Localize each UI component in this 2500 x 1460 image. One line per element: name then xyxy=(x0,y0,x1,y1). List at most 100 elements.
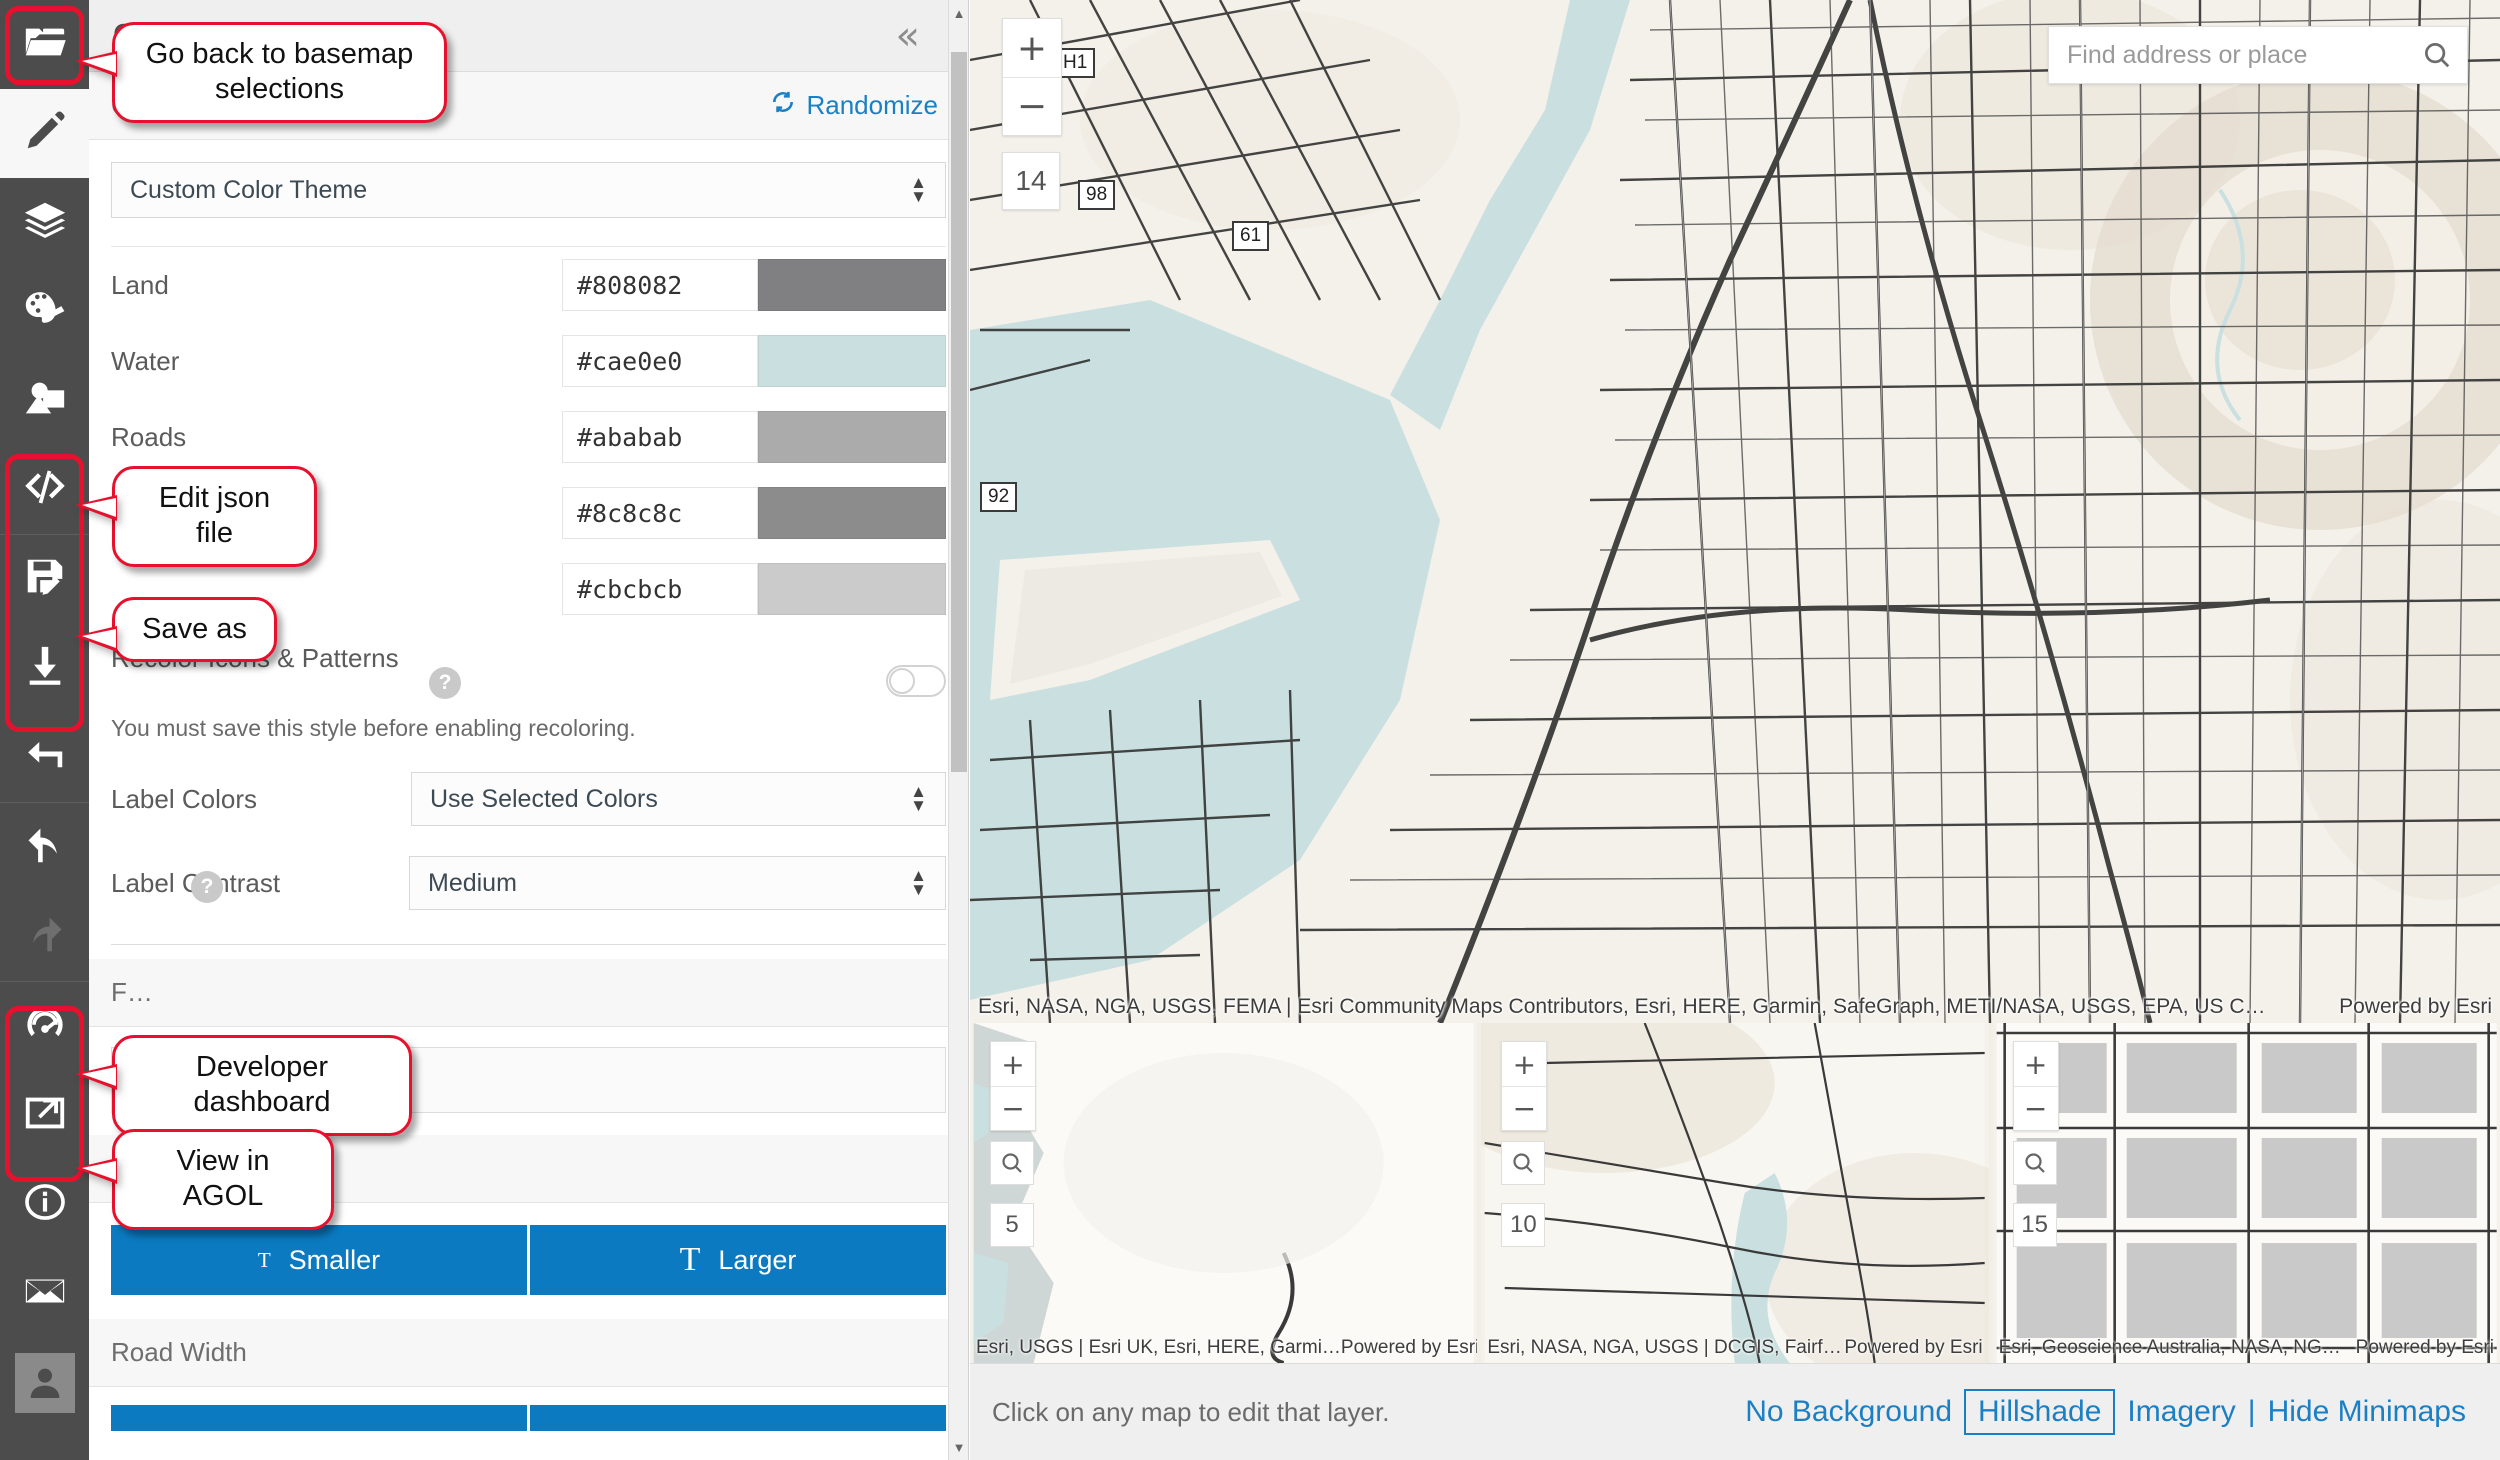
option-hide-minimaps[interactable]: Hide Minimaps xyxy=(2256,1395,2478,1429)
fonts-section-header: F… xyxy=(89,959,968,1027)
option-no-background[interactable]: No Background xyxy=(1733,1395,1964,1429)
sidebar-item-user-account[interactable] xyxy=(0,1338,89,1427)
minimap-3-zoom-in[interactable]: + xyxy=(2014,1042,2058,1086)
main-map[interactable]: H1 90 98 61 92 92 64 + − 14 Esri, NASA, … xyxy=(970,0,2500,1023)
minimap-1-search-button[interactable] xyxy=(990,1141,1034,1185)
label-colors-select[interactable]: Use Selected Colors ▲ ▼ xyxy=(411,772,946,826)
road-shield: 98 xyxy=(1078,180,1116,210)
minimap-2-zoom-controls[interactable]: + − xyxy=(1501,1041,1548,1131)
minimap-2-search-button[interactable] xyxy=(1501,1141,1546,1185)
bottom-hint: Click on any map to edit that layer. xyxy=(992,1396,1390,1427)
code-brackets-icon xyxy=(22,464,68,515)
color-swatch[interactable] xyxy=(758,335,946,387)
map-zoom-controls[interactable]: + − xyxy=(1002,18,1062,136)
floppy-pencil-icon xyxy=(22,554,68,605)
minimap-2-zoom-out[interactable]: − xyxy=(1502,1086,1547,1130)
sidebar-item-redo[interactable] xyxy=(0,892,89,981)
sidebar-item-palette[interactable] xyxy=(0,267,89,356)
minimap-1[interactable]: + − 5 Esri, USGS | Esri UK, Esri, HERE, … xyxy=(970,1023,1478,1363)
option-imagery[interactable]: Imagery xyxy=(2115,1395,2247,1429)
sidebar-item-contact[interactable] xyxy=(0,1249,89,1338)
sidebar-item-undo[interactable] xyxy=(0,803,89,892)
minimap-3-zoom-level: 15 xyxy=(2012,1203,2057,1247)
label-contrast-row: Label Contrast ? Medium ▲ ▼ xyxy=(111,856,946,910)
color-hex-input[interactable]: #808082 xyxy=(562,259,758,311)
color-row-label: Land xyxy=(111,269,169,300)
scroll-up-arrow[interactable]: ▲ xyxy=(949,2,968,24)
minimap-1-zoom-in[interactable]: + xyxy=(991,1042,1035,1086)
label-size-buttons: T Smaller T Larger xyxy=(111,1225,946,1295)
sidebar-item-edit-pencil[interactable] xyxy=(0,89,89,178)
minimap-3[interactable]: + − 15 Esri, Geoscience Australia, NASA,… xyxy=(1992,1023,2500,1363)
label-contrast-label: Label Contrast xyxy=(111,867,281,898)
zoom-in-button[interactable]: + xyxy=(1003,19,1061,77)
chevron-updown-icon: ▲ ▼ xyxy=(910,865,927,899)
small-t-icon: T xyxy=(257,1247,271,1272)
person-icon xyxy=(14,1352,75,1413)
search-icon[interactable] xyxy=(2407,40,2467,70)
color-hex-input[interactable]: #cbcbcb xyxy=(562,563,758,615)
label-larger-text: Larger xyxy=(718,1244,797,1275)
color-swatch[interactable] xyxy=(758,259,946,311)
road-shield: 61 xyxy=(1232,221,1270,251)
color-hex-input[interactable]: #ababab xyxy=(562,411,758,463)
sidebar-item-image-shapes[interactable] xyxy=(0,356,89,445)
minimap-3-powered-by: Powered by Esri xyxy=(2355,1337,2494,1358)
table-row: Roads #ababab xyxy=(111,399,946,475)
minimap-1-zoom-controls[interactable]: + − xyxy=(990,1041,1036,1131)
label-larger-button[interactable]: T Larger xyxy=(530,1225,946,1295)
style-editor-panel: O…aphy Detail « Colors Randomize Custom … xyxy=(89,0,969,1460)
minimap-3-zoom-controls[interactable]: + − xyxy=(2012,1041,2059,1131)
help-icon[interactable]: ? xyxy=(191,871,223,903)
collapse-panel-button[interactable]: « xyxy=(896,16,920,56)
sidebar-item-reset[interactable] xyxy=(0,713,89,802)
randomize-button[interactable]: Randomize xyxy=(770,89,938,122)
minimap-1-attribution-text: Esri, USGS | Esri UK, Esri, HERE, Garmi… xyxy=(976,1337,1341,1358)
minimap-2-attribution: Esri, NASA, NGA, USGS | DCGIS, Fairf… Po… xyxy=(1481,1337,1988,1363)
fonts-heading: F… xyxy=(111,977,153,1007)
road-narrower-button[interactable] xyxy=(111,1405,527,1431)
download-arrow-icon xyxy=(22,643,68,694)
sidebar-item-save-as[interactable] xyxy=(0,535,89,624)
label-colors-row: Label Colors Use Selected Colors ▲ ▼ xyxy=(111,772,946,826)
minimap-2-zoom-in[interactable]: + xyxy=(1502,1042,1546,1086)
color-hex-input[interactable]: #8c8c8c xyxy=(562,487,758,539)
panel-scrollbar[interactable]: ▲ ▼ xyxy=(948,0,968,1460)
minimap-3-zoom-out[interactable]: − xyxy=(2013,1086,2058,1130)
color-theme-value: Custom Color Theme xyxy=(130,175,368,204)
minimap-3-attribution: Esri, Geoscience Australia, NASA, NG… Po… xyxy=(1993,1337,2500,1363)
color-swatch[interactable] xyxy=(758,411,946,463)
help-icon[interactable]: ? xyxy=(429,667,461,699)
envelope-icon xyxy=(22,1268,68,1319)
map-search-box[interactable] xyxy=(2048,26,2468,84)
minimap-2[interactable]: + − 10 Esri, NASA, NGA, USGS | DCGIS, Fa… xyxy=(1481,1023,1989,1363)
search-input[interactable] xyxy=(2049,40,2407,70)
label-contrast-value: Medium xyxy=(428,868,517,897)
callout-tail-inner xyxy=(82,498,116,517)
minimap-1-zoom-out[interactable]: − xyxy=(991,1086,1035,1130)
scroll-down-arrow[interactable]: ▼ xyxy=(949,1436,968,1458)
color-theme-select[interactable]: Custom Color Theme ▲ ▼ xyxy=(111,162,946,218)
callout-developer-dashboard: Developer dashboard xyxy=(75,1035,412,1136)
attribution-text: Esri, NASA, NGA, USGS, FEMA | Esri Commu… xyxy=(978,995,2266,1018)
scroll-thumb[interactable] xyxy=(951,52,967,772)
zoom-out-button[interactable]: − xyxy=(1003,77,1061,135)
refresh-icon xyxy=(770,89,796,122)
road-wider-button[interactable] xyxy=(530,1405,946,1431)
color-hex-input[interactable]: #cae0e0 xyxy=(562,335,758,387)
recolor-toggle[interactable] xyxy=(886,665,946,697)
sidebar-item-developer-dashboard[interactable] xyxy=(0,982,89,1071)
minimap-3-attribution-text: Esri, Geoscience Australia, NASA, NG… xyxy=(1998,1337,2341,1358)
color-row-label: Roads xyxy=(111,421,187,452)
color-swatch[interactable] xyxy=(758,563,946,615)
label-contrast-select[interactable]: Medium ▲ ▼ xyxy=(409,856,946,910)
background-options: No Background Hillshade Imagery | Hide M… xyxy=(1733,1389,2478,1435)
label-smaller-button[interactable]: T Smaller xyxy=(111,1225,527,1295)
minimap-3-search-button[interactable] xyxy=(2012,1141,2057,1185)
color-swatch[interactable] xyxy=(758,487,946,539)
icon-rail xyxy=(0,0,89,1460)
sidebar-item-layers[interactable] xyxy=(0,178,89,267)
option-hillshade[interactable]: Hillshade xyxy=(1964,1389,2116,1435)
pencil-icon xyxy=(22,108,68,159)
road-shield: 92 xyxy=(980,482,1018,512)
